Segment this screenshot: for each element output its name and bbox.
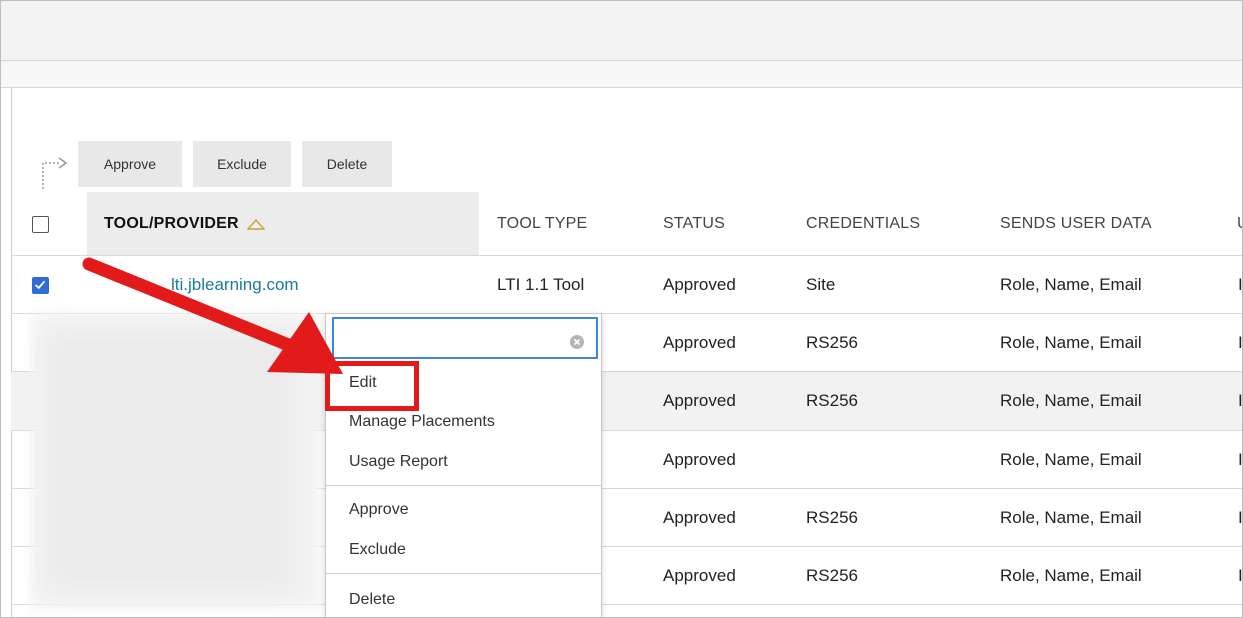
row-1-credentials: Site	[806, 275, 836, 294]
top-bar	[1, 1, 1242, 61]
menu-item-manage-placements[interactable]: Manage Placements	[349, 413, 495, 431]
row-3-credentials: RS256	[806, 391, 858, 410]
row-6-cut-off: I	[1238, 566, 1243, 585]
menu-item-usage-report[interactable]: Usage Report	[349, 453, 448, 471]
row-5-cut-off: I	[1238, 508, 1243, 527]
menu-item-exclude[interactable]: Exclude	[349, 541, 406, 559]
menu-item-approve[interactable]: Approve	[349, 501, 409, 519]
header-cut-off[interactable]: U	[1237, 192, 1242, 255]
row-2-cut-off: I	[1238, 333, 1243, 352]
header-tool-type[interactable]: TOOL TYPE	[497, 192, 587, 255]
row-1-status: Approved	[663, 275, 736, 294]
row-6-credentials: RS256	[806, 566, 858, 585]
row-2-credentials: RS256	[806, 333, 858, 352]
row-6-sends-user-data: Role, Name, Email	[1000, 566, 1142, 585]
clear-search-icon[interactable]	[570, 335, 584, 349]
header-tool-provider-label: TOOL/PROVIDER	[104, 214, 239, 232]
header-credentials[interactable]: CREDENTIALS	[806, 192, 920, 255]
menu-separator	[326, 573, 601, 574]
row-3-sends-user-data: Role, Name, Email	[1000, 391, 1142, 410]
header-tool-provider[interactable]: TOOL/PROVIDER	[104, 192, 265, 255]
menu-item-delete[interactable]: Delete	[349, 591, 395, 609]
bulk-actions-arrow-icon	[42, 157, 68, 189]
row-4-sends-user-data: Role, Name, Email	[1000, 450, 1142, 469]
check-icon	[34, 280, 46, 290]
row-6-status: Approved	[663, 566, 736, 585]
row-5-status: Approved	[663, 508, 736, 527]
row-4-status: Approved	[663, 450, 736, 469]
app-frame: Approve Exclude Delete TOOL/PROVIDER TOO…	[0, 0, 1243, 618]
annotation-arrow-icon	[82, 257, 343, 374]
row-5-credentials: RS256	[806, 508, 858, 527]
row-4-cut-off: I	[1238, 450, 1243, 469]
header-status[interactable]: STATUS	[663, 192, 725, 255]
row-1-sends-user-data: Role, Name, Email	[1000, 275, 1142, 294]
exclude-button[interactable]: Exclude	[193, 141, 291, 187]
clear-x-icon	[573, 338, 581, 346]
header-sends-user-data[interactable]: SENDS USER DATA	[1000, 192, 1152, 255]
row-5-sends-user-data: Role, Name, Email	[1000, 508, 1142, 527]
row-2-sends-user-data: Role, Name, Email	[1000, 333, 1142, 352]
menu-search-input[interactable]	[332, 317, 598, 359]
row-1-checkbox[interactable]	[32, 277, 49, 294]
row-3-cut-off: I	[1238, 391, 1243, 410]
menu-separator	[326, 485, 601, 486]
row-1-tool-type: LTI 1.1 Tool	[497, 275, 585, 294]
delete-button[interactable]: Delete	[302, 141, 392, 187]
row-3-status: Approved	[663, 391, 736, 410]
select-all-checkbox[interactable]	[32, 216, 49, 233]
row-1-cut-off: I	[1238, 275, 1243, 294]
approve-button[interactable]: Approve	[78, 141, 182, 187]
sort-ascending-icon	[246, 218, 265, 230]
sub-bar	[1, 61, 1242, 88]
row-2-status: Approved	[663, 333, 736, 352]
